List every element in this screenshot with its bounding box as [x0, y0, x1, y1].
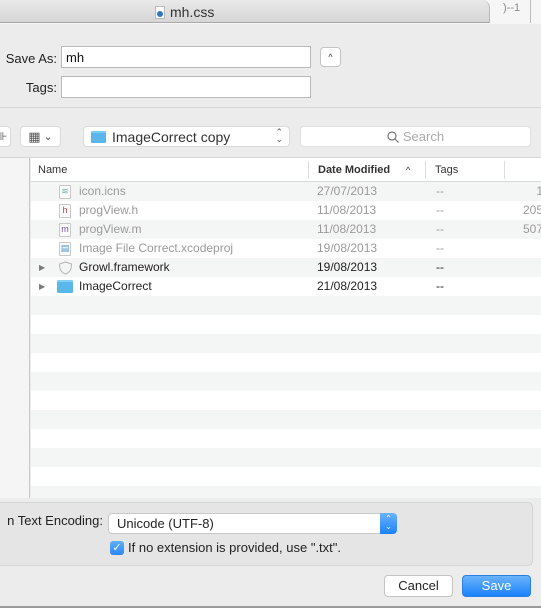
empty-row	[31, 353, 541, 372]
tags-label: Tags:	[25, 80, 57, 95]
file-list[interactable]: Name Date Modified ^ Tags ≋ icon.icns 27…	[31, 158, 541, 498]
empty-row	[31, 315, 541, 334]
sidebar-toggle-button[interactable]: ⊪	[0, 126, 11, 147]
empty-row	[31, 429, 541, 448]
text-encoding-popup[interactable]: Unicode (UTF-8) ⌃ ⌄	[108, 513, 397, 534]
column-header-tags[interactable]: Tags	[435, 158, 458, 182]
view-mode-button[interactable]: ▦ ⌄	[20, 126, 61, 147]
css-document-icon	[155, 5, 165, 19]
empty-row	[31, 391, 541, 410]
icon-grid-icon: ▦	[28, 128, 41, 144]
file-name: Image File Correct.xcodeproj	[79, 241, 234, 255]
xcodeproj-icon: ▤	[59, 242, 71, 256]
file-name: Growl.framework	[79, 260, 170, 274]
file-rows: ≋ icon.icns 27/07/2013 -- 1 h progView.h…	[31, 182, 541, 498]
file-date: 11/08/2013	[317, 203, 377, 217]
up-down-arrows-icon: ⌃ ⌄	[380, 513, 397, 534]
file-tags: --	[436, 184, 444, 198]
title-bar: mh.css )--1	[0, 0, 541, 24]
header-file-icon: h	[59, 204, 71, 218]
file-tags: --	[436, 241, 444, 255]
disclosure-triangle-icon[interactable]: ▶	[39, 258, 45, 277]
file-row: ▤ Image File Correct.xcodeproj 19/08/201…	[31, 239, 541, 258]
list-header: Name Date Modified ^ Tags	[31, 158, 541, 182]
save-as-input[interactable]: mh	[61, 46, 311, 68]
tags-input[interactable]	[61, 76, 311, 98]
background-window-fragment: )--1	[503, 0, 531, 23]
file-date: 19/08/2013	[317, 260, 378, 274]
framework-icon	[58, 261, 73, 275]
empty-row	[31, 334, 541, 353]
chevron-down-icon: ⌄	[43, 131, 53, 143]
cancel-button[interactable]: Cancel	[384, 575, 453, 597]
window-title: mh.css	[155, 3, 214, 21]
empty-row	[31, 448, 541, 467]
file-tags: --	[436, 260, 444, 274]
column-separator[interactable]	[504, 161, 505, 179]
save-as-label: Save As:	[5, 51, 57, 66]
location-popup[interactable]: ImageCorrect copy ⌃ ⌄	[83, 126, 290, 147]
location-name: ImageCorrect copy	[112, 128, 231, 145]
file-tags: --	[436, 279, 444, 293]
column-header-name[interactable]: Name	[38, 158, 67, 182]
sidebar[interactable]	[0, 158, 30, 498]
file-name: icon.icns	[79, 184, 126, 198]
search-field[interactable]: Search	[300, 126, 531, 147]
file-row[interactable]: ▶ ImageCorrect 21/08/2013 --	[31, 277, 541, 296]
file-date: 21/08/2013	[317, 279, 378, 293]
file-row: h progView.h 11/08/2013 -- 205	[31, 201, 541, 220]
file-size: 1	[536, 184, 541, 198]
column-header-date-modified[interactable]: Date Modified	[318, 158, 390, 182]
window-title-text: mh.css	[170, 4, 215, 20]
icns-file-icon: ≋	[59, 185, 71, 199]
txt-extension-label[interactable]: If no extension is provided, use ".txt".	[128, 540, 341, 555]
options-panel	[0, 502, 533, 566]
up-down-arrows-icon: ⌃ ⌄	[275, 127, 283, 144]
empty-row	[31, 467, 541, 486]
disclosure-triangle-icon[interactable]: ▶	[39, 277, 45, 296]
expand-dialog-button[interactable]: ^	[320, 47, 341, 67]
column-separator[interactable]	[425, 161, 426, 179]
file-name: progView.m	[79, 222, 142, 236]
folder-icon	[91, 130, 106, 143]
checkmark-icon: ✓	[112, 542, 122, 554]
search-icon	[387, 130, 399, 143]
objc-file-icon: m	[59, 223, 71, 237]
file-tags: --	[436, 203, 444, 217]
folder-icon	[57, 280, 73, 293]
file-name: ImageCorrect	[79, 279, 152, 293]
file-date: 27/07/2013	[317, 184, 378, 198]
sidebar-toggle-icon: ⊪	[0, 131, 8, 143]
empty-row	[31, 296, 541, 315]
title-bar-sheet: mh.css	[0, 0, 490, 23]
file-date: 11/08/2013	[317, 222, 377, 236]
save-as-value: mh	[66, 50, 85, 65]
file-row: ≋ icon.icns 27/07/2013 -- 1	[31, 182, 541, 201]
file-size: 205	[522, 203, 541, 217]
txt-extension-checkbox[interactable]: ✓	[110, 541, 124, 555]
sort-ascending-icon: ^	[406, 165, 411, 175]
file-row: m progView.m 11/08/2013 -- 507	[31, 220, 541, 239]
column-separator[interactable]	[308, 161, 309, 179]
file-date: 19/08/2013	[317, 241, 378, 255]
empty-row	[31, 410, 541, 429]
save-button[interactable]: Save	[462, 575, 531, 597]
chevron-up-icon: ^	[328, 52, 333, 62]
divider	[0, 107, 541, 108]
text-encoding-label: n Text Encoding:	[7, 513, 103, 528]
empty-row	[31, 486, 541, 498]
file-name: progView.h	[79, 203, 139, 217]
file-row[interactable]: ▶ Growl.framework 19/08/2013 --	[31, 258, 541, 277]
file-size: 507	[522, 222, 541, 236]
search-placeholder: Search	[402, 129, 445, 144]
file-tags: --	[436, 222, 444, 236]
text-encoding-value: Unicode (UTF-8)	[117, 516, 214, 531]
empty-row	[31, 372, 541, 391]
